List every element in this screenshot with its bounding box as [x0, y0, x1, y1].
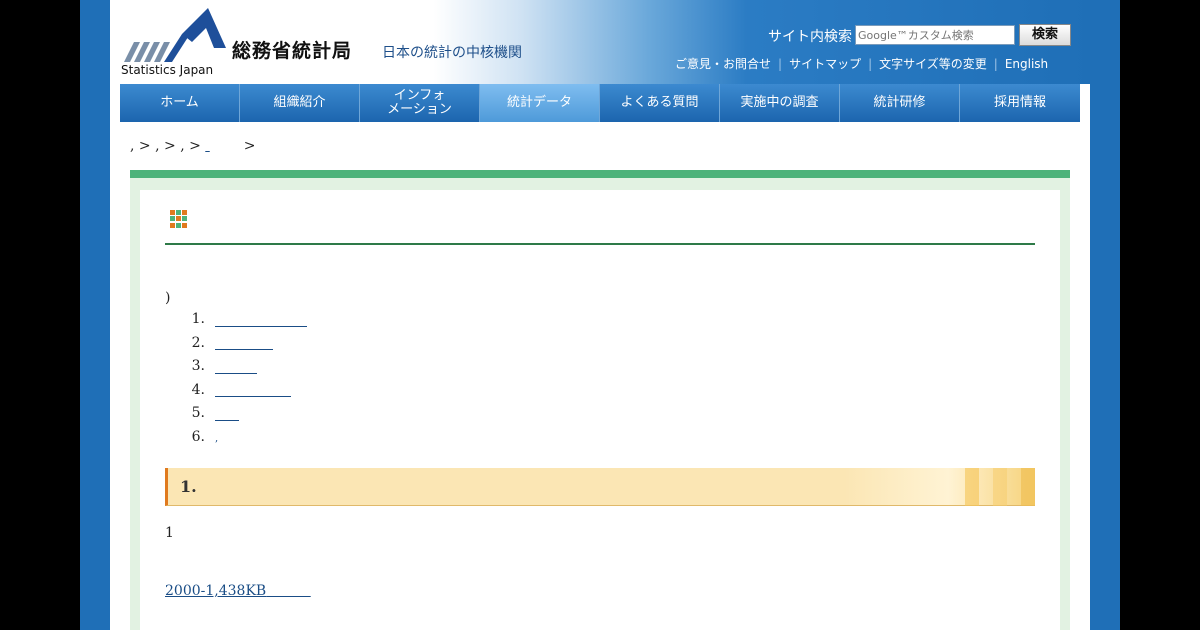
global-nav: ホーム 組織紹介 インフォ メーション 統計データ よくある質問 実施中の調査 …: [120, 84, 1080, 122]
list-item: 1.: [165, 308, 307, 332]
nav-item-faq[interactable]: よくある質問: [600, 84, 720, 122]
toc-number: 2.: [191, 334, 205, 351]
sitemap-link[interactable]: サイトマップ: [789, 57, 861, 71]
toc-link[interactable]: [215, 335, 273, 350]
toc-number: 1.: [191, 311, 205, 327]
nav-item-statistics-data[interactable]: 統計データ: [480, 84, 600, 122]
text-size-link[interactable]: 文字サイズ等の変更: [879, 57, 987, 71]
site-search-label: サイト内検索: [768, 29, 852, 45]
toc-link[interactable]: [215, 312, 307, 327]
download-link-text: 2000-1,438KB: [165, 583, 267, 599]
toc-link[interactable]: [215, 406, 239, 421]
table-of-contents: 1. 2. 3. 4. 5. 6.,: [165, 308, 307, 449]
content-body: ) 1. 2. 3. 4. 5. 6., 1. 1 2000-1,438KB: [140, 190, 1060, 630]
toc-number: 6.: [191, 428, 205, 445]
breadcrumb-separator: >: [138, 138, 151, 154]
toc-link[interactable]: [215, 359, 257, 374]
toc-link[interactable]: ,: [215, 433, 218, 444]
page: Statistics Japan 総務省統計局 日本の統計の中核機関 サイト内検…: [110, 0, 1090, 630]
breadcrumb-separator: >: [243, 138, 256, 154]
section-text: 1: [165, 525, 174, 541]
separator: |: [868, 57, 873, 71]
list-item: 4.: [165, 379, 307, 403]
download-link[interactable]: 2000-1,438KB: [165, 583, 311, 599]
separator: |: [778, 57, 783, 71]
toc-number: 5.: [191, 405, 205, 421]
search-button[interactable]: 検索: [1019, 24, 1071, 46]
nav-item-information-label: インフォ メーション: [387, 88, 452, 117]
list-item: 2.: [165, 332, 307, 356]
left-margin-band: [80, 0, 110, 630]
toc-number: 3.: [191, 358, 205, 374]
utility-links: ご意見・お問合せ | サイトマップ | 文字サイズ等の変更 | English: [675, 55, 1048, 72]
breadcrumb-separator: >: [189, 138, 201, 154]
nav-item-organization[interactable]: 組織紹介: [240, 84, 360, 122]
site-search-input[interactable]: [855, 25, 1015, 45]
decorative-tiles: [965, 468, 1035, 506]
nav-item-home[interactable]: ホーム: [120, 84, 240, 122]
nav-item-training[interactable]: 統計研修: [840, 84, 960, 122]
logo-english-text: Statistics Japan: [121, 63, 214, 77]
logo-japanese-text[interactable]: 総務省統計局: [232, 36, 352, 63]
list-item: 3.: [165, 355, 307, 379]
grid-icon: [170, 210, 188, 228]
breadcrumb: , > , > , > >: [130, 138, 255, 154]
separator: |: [993, 57, 998, 71]
section-heading-text: 1.: [180, 477, 197, 496]
tagline: 日本の統計の中核機関: [382, 45, 522, 61]
feedback-link[interactable]: ご意見・お問合せ: [675, 57, 771, 71]
nav-item-recruitment[interactable]: 採用情報: [960, 84, 1080, 122]
breadcrumb-link[interactable]: [205, 138, 239, 154]
site-header: Statistics Japan 総務省統計局 日本の統計の中核機関 サイト内検…: [110, 0, 1090, 84]
right-margin-band: [1090, 0, 1120, 630]
section-heading: 1.: [165, 468, 1035, 506]
english-link[interactable]: English: [1005, 57, 1048, 71]
list-item: 6.,: [165, 426, 307, 450]
toc-link[interactable]: [215, 382, 291, 397]
intro-text: ): [165, 290, 171, 306]
breadcrumb-separator: >: [164, 138, 176, 154]
breadcrumb-item[interactable]: ,: [130, 138, 134, 154]
toc-number: 4.: [191, 381, 205, 398]
list-item: 5.: [165, 402, 307, 426]
breadcrumb-item[interactable]: ,: [180, 138, 184, 154]
nav-item-current-surveys[interactable]: 実施中の調査: [720, 84, 840, 122]
nav-item-information[interactable]: インフォ メーション: [360, 84, 480, 122]
statistics-bureau-logo-icon[interactable]: [122, 8, 226, 62]
content-frame: ) 1. 2. 3. 4. 5. 6., 1. 1 2000-1,438KB: [130, 170, 1070, 630]
title-divider: [165, 243, 1035, 245]
breadcrumb-item[interactable]: ,: [155, 138, 159, 154]
